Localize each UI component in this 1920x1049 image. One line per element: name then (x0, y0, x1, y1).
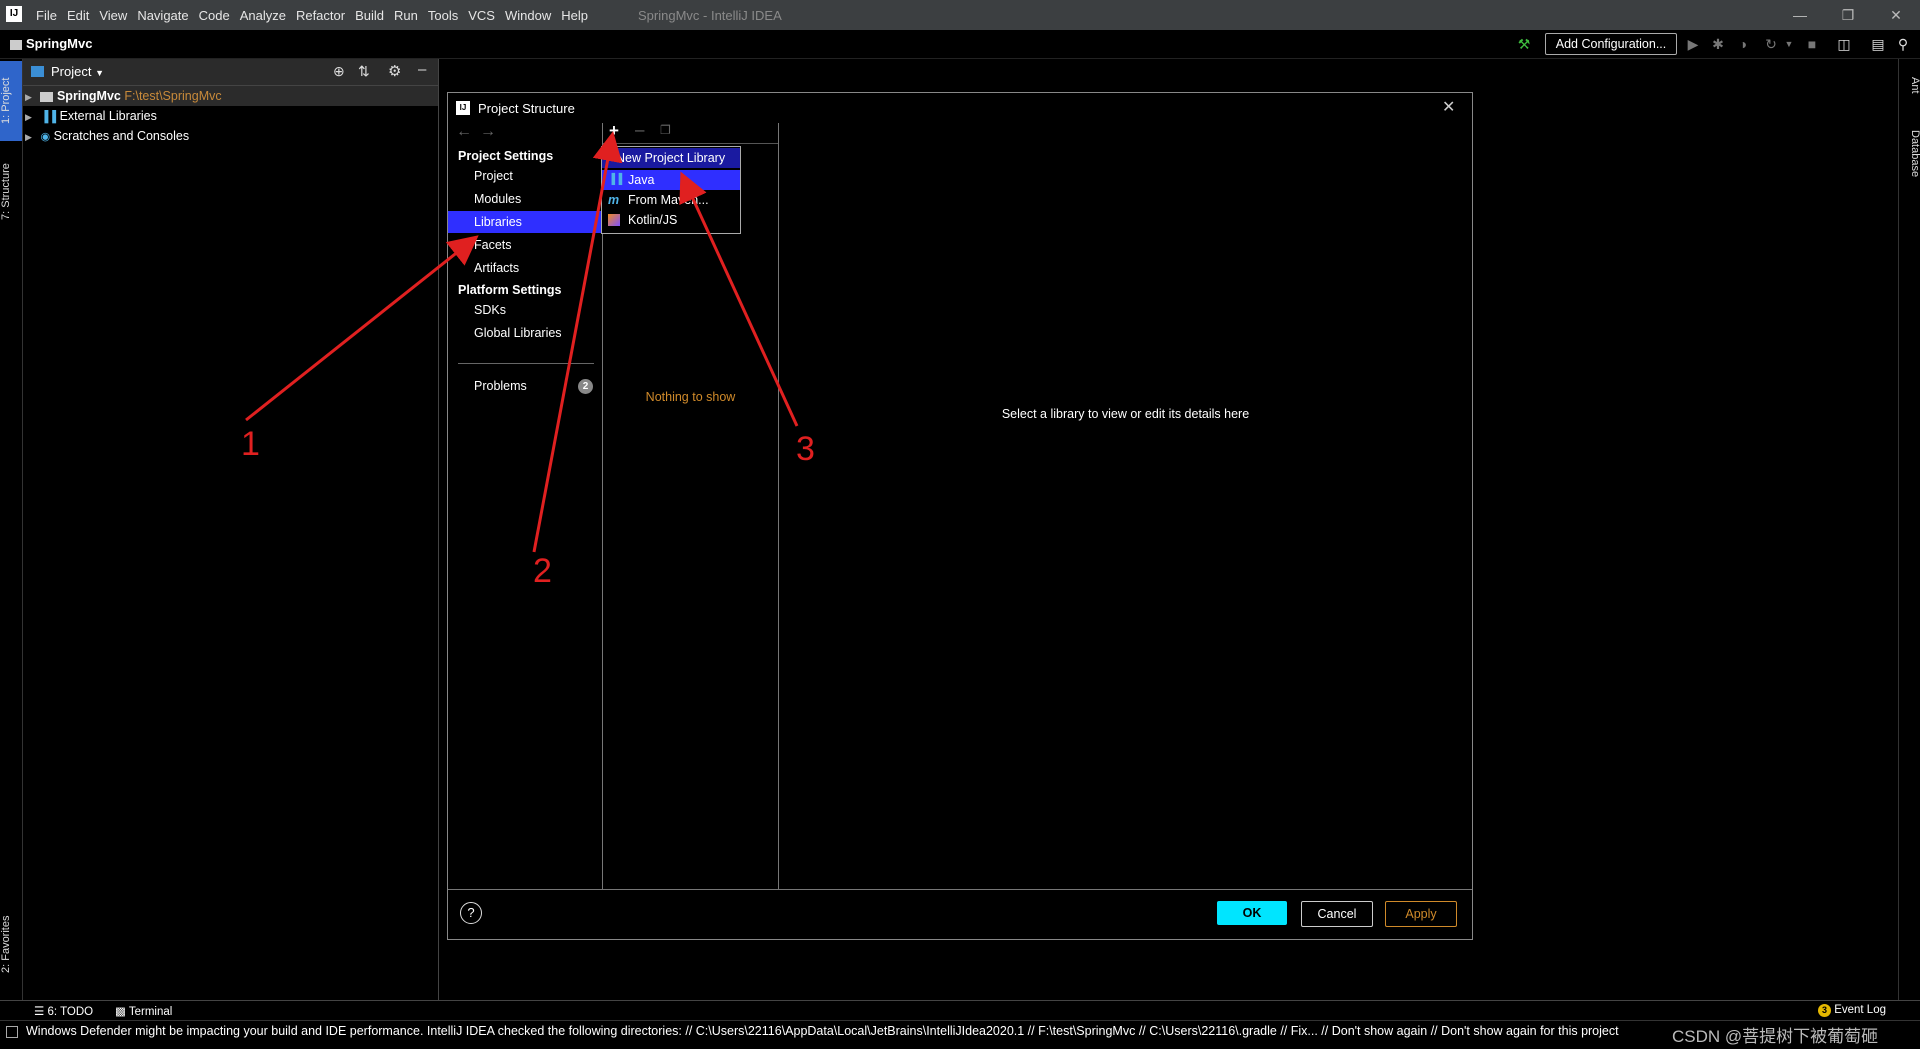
event-log-tab[interactable]: 3 Event Log (1818, 1004, 1886, 1017)
csdn-watermark: CSDN @菩提树下被葡萄砸 (1672, 1027, 1879, 1046)
arrow-2 (532, 131, 623, 553)
annotation-label-2: 2 (533, 552, 552, 590)
status-bar: Windows Defender might be impacting your… (0, 1020, 1920, 1049)
status-toggle-icon[interactable] (6, 1026, 18, 1038)
arrow-3 (679, 171, 799, 427)
event-count-badge: 3 (1818, 1004, 1831, 1017)
arrow-1 (245, 235, 479, 422)
status-message[interactable]: Windows Defender might be impacting your… (26, 1024, 1666, 1038)
annotation-label-3: 3 (796, 430, 815, 468)
todo-tab[interactable]: ☰ 6: TODO (34, 1004, 93, 1018)
terminal-tab[interactable]: ▩ Terminal (115, 1004, 172, 1018)
terminal-label: Terminal (128, 1006, 173, 1018)
annotation-arrows (245, 131, 799, 553)
todo-label: 6: TODO (47, 1006, 94, 1018)
bottom-tool-bar: ☰ 6: TODO ▩ Terminal 3 Event Log (0, 1000, 1920, 1021)
event-log-label: Event Log (1834, 1004, 1886, 1016)
annotation-label-1: 1 (241, 425, 260, 463)
